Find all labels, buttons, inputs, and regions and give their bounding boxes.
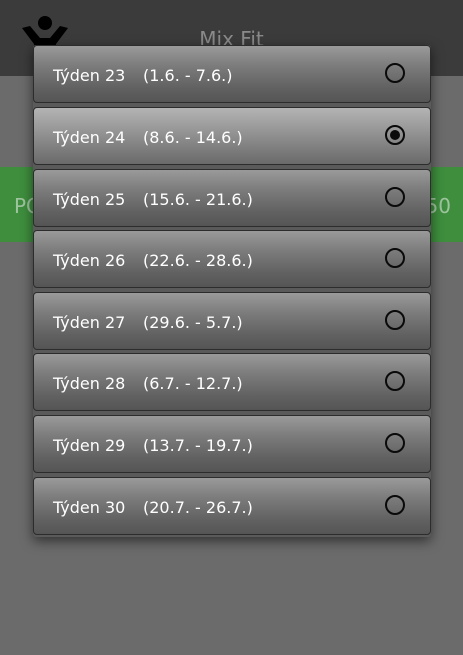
week-item-23[interactable]: Týden 23 (1.6. - 7.6.) xyxy=(33,45,431,103)
radio-button-icon[interactable] xyxy=(385,125,405,145)
week-item-26[interactable]: Týden 26 (22.6. - 28.6.) xyxy=(33,230,431,288)
week-item-27[interactable]: Týden 27 (29.6. - 5.7.) xyxy=(33,292,431,350)
radio-button-icon[interactable] xyxy=(385,248,405,268)
radio-button-icon[interactable] xyxy=(385,371,405,391)
radio-button-icon[interactable] xyxy=(385,63,405,83)
week-item-24[interactable]: Týden 24 (8.6. - 14.6.) xyxy=(33,107,431,165)
week-date-range: (20.7. - 26.7.) xyxy=(143,498,253,517)
week-label: Týden 25 xyxy=(53,190,126,209)
week-item-29[interactable]: Týden 29 (13.7. - 19.7.) xyxy=(33,415,431,473)
week-date-range: (6.7. - 12.7.) xyxy=(143,374,243,393)
week-label: Týden 27 xyxy=(53,313,126,332)
week-date-range: (15.6. - 21.6.) xyxy=(143,190,253,209)
week-date-range: (22.6. - 28.6.) xyxy=(143,251,253,270)
radio-button-icon[interactable] xyxy=(385,495,405,515)
radio-button-icon[interactable] xyxy=(385,187,405,207)
week-label: Týden 28 xyxy=(53,374,126,393)
radio-button-icon[interactable] xyxy=(385,310,405,330)
week-label: Týden 26 xyxy=(53,251,126,270)
week-item-28[interactable]: Týden 28 (6.7. - 12.7.) xyxy=(33,353,431,411)
week-item-25[interactable]: Týden 25 (15.6. - 21.6.) xyxy=(33,169,431,227)
week-label: Týden 24 xyxy=(53,128,126,147)
week-label: Týden 30 xyxy=(53,498,126,517)
week-label: Týden 29 xyxy=(53,436,126,455)
radio-button-icon[interactable] xyxy=(385,433,405,453)
week-date-range: (1.6. - 7.6.) xyxy=(143,66,233,85)
radio-dot-icon xyxy=(390,130,400,140)
week-item-30[interactable]: Týden 30 (20.7. - 26.7.) xyxy=(33,477,431,535)
week-label: Týden 23 xyxy=(53,66,126,85)
week-date-range: (8.6. - 14.6.) xyxy=(143,128,243,147)
week-picker-dialog: Týden 23 (1.6. - 7.6.) Týden 24 (8.6. - … xyxy=(33,45,431,537)
week-date-range: (29.6. - 5.7.) xyxy=(143,313,243,332)
week-date-range: (13.7. - 19.7.) xyxy=(143,436,253,455)
